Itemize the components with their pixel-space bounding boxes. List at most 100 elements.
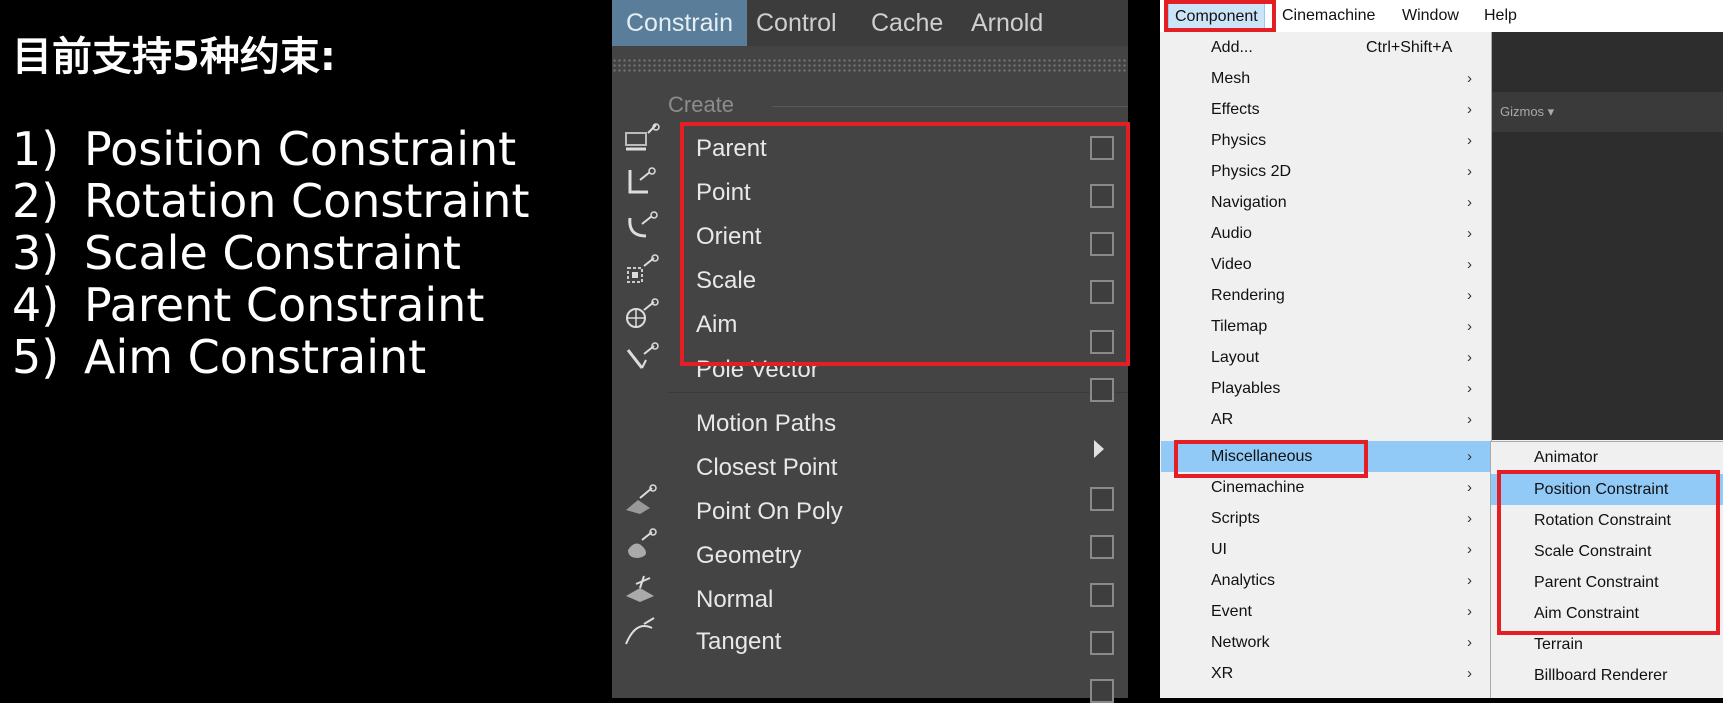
- shortcut-label: Ctrl+Shift+A: [1366, 39, 1453, 56]
- menu-item-mesh[interactable]: Mesh ›: [1161, 63, 1491, 94]
- tab-cache[interactable]: Cache: [857, 0, 957, 46]
- menu-item-label: Motion Paths: [696, 410, 837, 437]
- menu-item-label: Rendering: [1211, 287, 1285, 304]
- menu-item-navigation[interactable]: Navigation ›: [1161, 187, 1491, 218]
- section-divider: [772, 106, 1128, 107]
- component-menu-highlight: [1164, 0, 1276, 32]
- menu-item-video[interactable]: Video ›: [1161, 249, 1491, 280]
- tangent-constraint-icon: [625, 617, 655, 645]
- chevron-right-icon: ›: [1467, 510, 1472, 527]
- menu-item-label: Normal: [696, 586, 774, 613]
- scale-constraint-icon: [627, 254, 659, 283]
- gizmos-dropdown[interactable]: Gizmos ▾: [1500, 104, 1554, 120]
- menu-item-label: Add...: [1211, 39, 1253, 56]
- point-constraint-icon: [628, 167, 656, 194]
- point-on-poly-icon: [626, 484, 657, 514]
- menu-item-closest-point[interactable]: Closest Point: [696, 446, 1116, 490]
- menu-item-tangent[interactable]: Tangent: [696, 620, 1116, 664]
- menu-item-playables[interactable]: Playables ›: [1161, 373, 1491, 404]
- menu-item-label: Closest Point: [696, 454, 838, 481]
- menu-item-label: Scripts: [1211, 510, 1260, 527]
- menu-item-geometry[interactable]: Geometry: [696, 534, 1116, 578]
- list-label: Rotation Constraint: [84, 174, 530, 228]
- chevron-right-icon: ›: [1467, 349, 1472, 366]
- menu-item-label: Audio: [1211, 225, 1252, 242]
- menu-item-label: Layout: [1211, 349, 1260, 366]
- normal-options-checkbox[interactable]: [1090, 631, 1114, 655]
- orient-constraint-icon: [628, 211, 658, 238]
- menu-item-label: Physics 2D: [1211, 163, 1292, 180]
- menu-item-label: Animator: [1534, 449, 1599, 466]
- geometry-constraint-icon: [628, 528, 657, 558]
- menu-item-label: Tilemap: [1211, 318, 1268, 335]
- menu-item-label: Mesh: [1211, 70, 1251, 87]
- list-label: Position Constraint: [84, 122, 517, 176]
- menu-item-motion-paths[interactable]: Motion Paths: [696, 402, 1116, 446]
- chevron-right-icon: ›: [1467, 665, 1472, 682]
- list-item: 1) Position Constraint: [12, 122, 516, 176]
- submenu-item-billboard-renderer[interactable]: Billboard Renderer: [1491, 660, 1723, 691]
- chevron-right-icon: ›: [1467, 70, 1472, 87]
- list-number: 2): [12, 174, 60, 228]
- list-item: 4) Parent Constraint: [12, 278, 484, 332]
- geometry-options-checkbox[interactable]: [1090, 583, 1114, 607]
- maya-menubar: Constrain Control Cache Arnold: [612, 0, 1128, 46]
- tab-arnold[interactable]: Arnold: [957, 0, 1057, 46]
- list-label: Aim Constraint: [84, 330, 427, 384]
- menu-item-label: AR: [1211, 411, 1234, 428]
- menu-item-add[interactable]: Add... Ctrl+Shift+A: [1161, 32, 1491, 63]
- chevron-right-icon: ›: [1467, 479, 1472, 496]
- menu-item-label: UI: [1211, 541, 1227, 558]
- menu-item-rendering[interactable]: Rendering ›: [1161, 280, 1491, 311]
- tearoff-bar[interactable]: [612, 58, 1128, 72]
- menu-window[interactable]: Window: [1396, 2, 1465, 30]
- menu-item-xr[interactable]: XR ›: [1161, 658, 1491, 689]
- chevron-right-icon: ›: [1467, 448, 1472, 465]
- menu-item-label: Network: [1211, 634, 1270, 651]
- menu-item-event[interactable]: Event ›: [1161, 596, 1491, 627]
- chevron-right-icon: ›: [1467, 163, 1472, 180]
- tab-constrain[interactable]: Constrain: [612, 0, 747, 46]
- menu-item-label: Billboard Renderer: [1534, 667, 1668, 684]
- menu-item-ui[interactable]: UI ›: [1161, 534, 1491, 565]
- chevron-right-icon: ›: [1467, 411, 1472, 428]
- menu-item-physics-2d[interactable]: Physics 2D ›: [1161, 156, 1491, 187]
- menu-item-label: Event: [1211, 603, 1252, 620]
- menu-item-network[interactable]: Network ›: [1161, 627, 1491, 658]
- menu-item-ar[interactable]: AR ›: [1161, 404, 1491, 435]
- point-on-poly-options-checkbox[interactable]: [1090, 535, 1114, 559]
- menu-item-label: Point On Poly: [696, 498, 843, 525]
- chevron-right-icon: ›: [1467, 287, 1472, 304]
- miscellaneous-highlight: [1174, 440, 1368, 478]
- chevron-right-icon: ›: [1467, 603, 1472, 620]
- menu-cinemachine[interactable]: Cinemachine: [1276, 2, 1381, 30]
- menu-item-label: Navigation: [1211, 194, 1287, 211]
- parent-constraint-icon: [625, 123, 660, 151]
- chevron-right-icon: ›: [1467, 225, 1472, 242]
- unity-constraints-highlight: [1497, 470, 1720, 635]
- menu-item-point-on-poly[interactable]: Point On Poly: [696, 490, 1116, 534]
- tab-control[interactable]: Control: [742, 0, 851, 46]
- menu-help[interactable]: Help: [1478, 2, 1523, 30]
- list-item: 2) Rotation Constraint: [12, 174, 530, 228]
- menu-item-layout[interactable]: Layout ›: [1161, 342, 1491, 373]
- closest-point-options-checkbox[interactable]: [1090, 487, 1114, 511]
- pole-vector-options-checkbox[interactable]: [1090, 378, 1114, 402]
- slide-title: 目前支持5种约束:: [12, 34, 336, 80]
- menu-item-scripts[interactable]: Scripts ›: [1161, 503, 1491, 534]
- tangent-options-checkbox[interactable]: [1090, 679, 1114, 703]
- list-number: 1): [12, 122, 60, 176]
- menu-item-label: Effects: [1211, 101, 1260, 118]
- menu-item-effects[interactable]: Effects ›: [1161, 94, 1491, 125]
- menu-item-analytics[interactable]: Analytics ›: [1161, 565, 1491, 596]
- section-header: Create: [668, 92, 735, 117]
- menu-item-audio[interactable]: Audio ›: [1161, 218, 1491, 249]
- menu-item-tilemap[interactable]: Tilemap ›: [1161, 311, 1491, 342]
- menu-item-normal[interactable]: Normal: [696, 578, 1116, 622]
- menu-item-label: Playables: [1211, 380, 1281, 397]
- submenu-item-animator[interactable]: Animator: [1491, 442, 1723, 473]
- chevron-right-icon: ›: [1467, 132, 1472, 149]
- menu-item-label: Video: [1211, 256, 1252, 273]
- menu-item-label: Physics: [1211, 132, 1267, 149]
- menu-item-physics[interactable]: Physics ›: [1161, 125, 1491, 156]
